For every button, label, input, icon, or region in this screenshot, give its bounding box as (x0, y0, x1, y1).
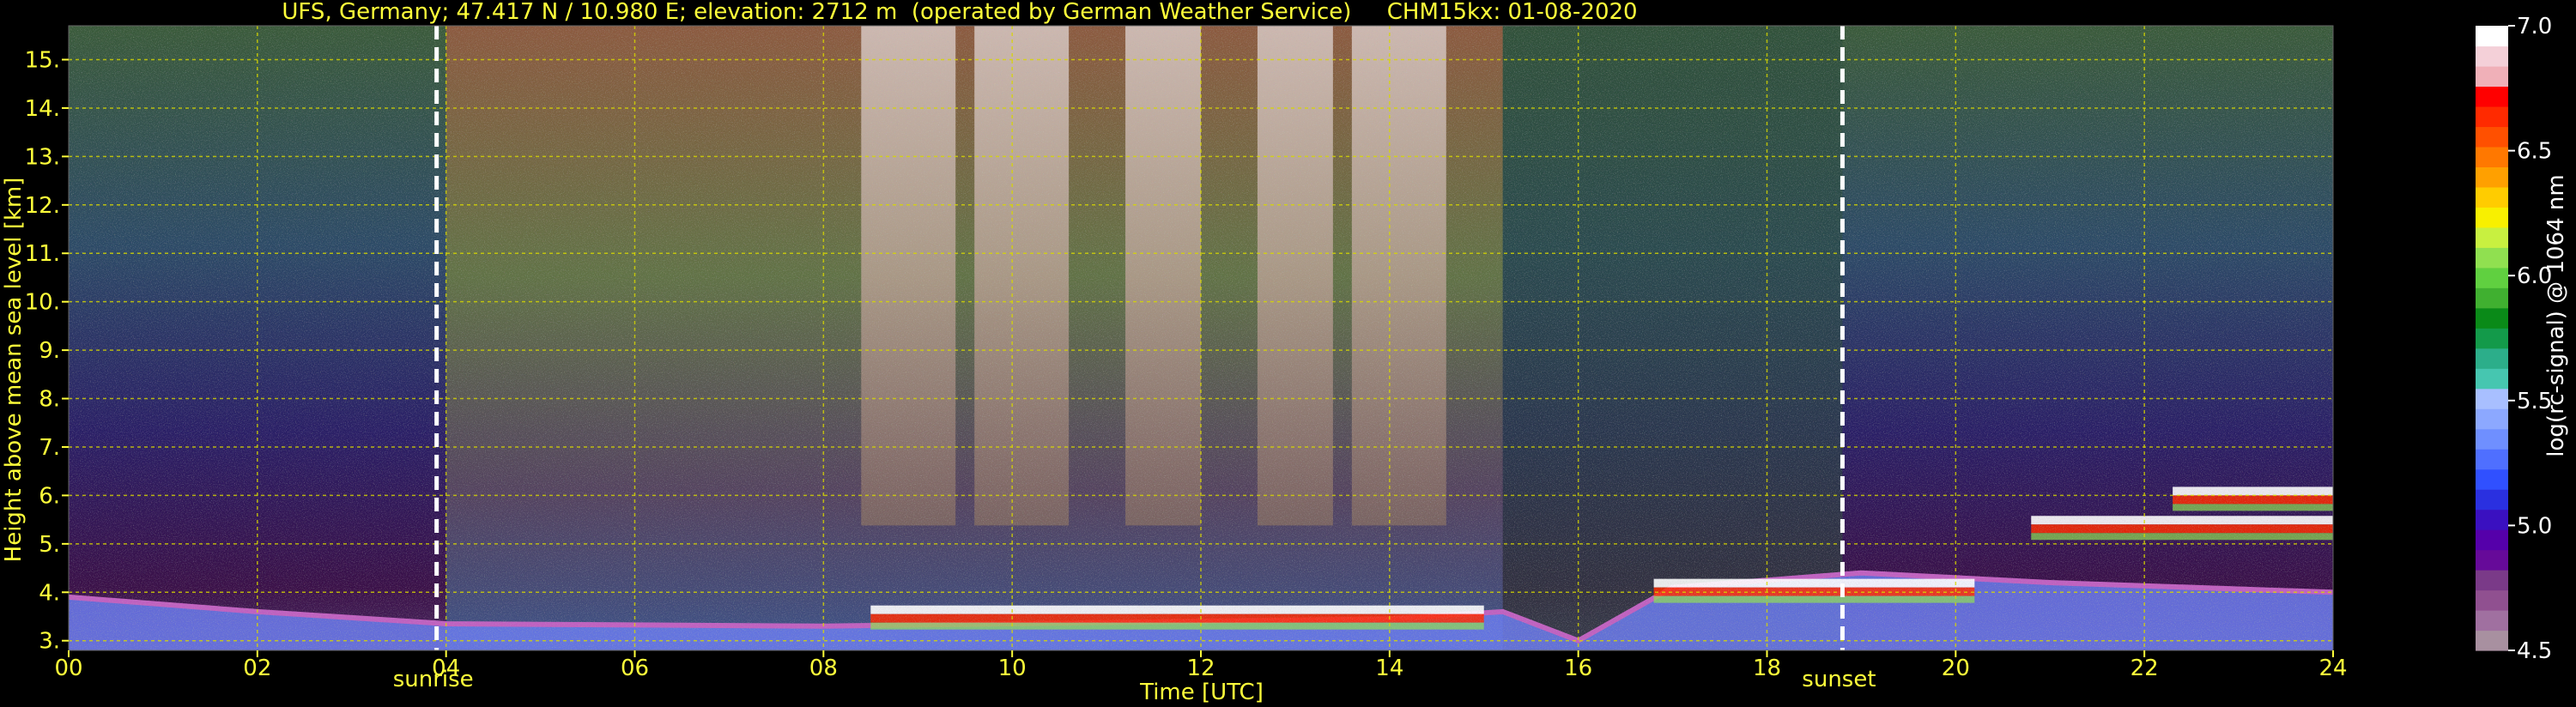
colorbar-segment (2476, 247, 2508, 269)
y-tick-label: 9. (39, 338, 60, 364)
y-tick-label: 4. (39, 580, 60, 606)
colorbar-segment (2476, 610, 2508, 631)
colorbar-segment (2476, 549, 2508, 571)
colorbar-segment (2476, 45, 2508, 67)
sunset-label: sunset (1802, 667, 1876, 692)
colorbar-label: log(rc-signal) @ 1064 nm (2543, 174, 2569, 456)
colorbar-segment (2476, 449, 2508, 470)
x-tick-label: 14 (1375, 656, 1403, 681)
x-tick-label: 18 (1753, 656, 1781, 681)
colorbar-segment (2476, 207, 2508, 228)
colorbar-segment (2476, 509, 2508, 530)
x-tick-label: 20 (1942, 656, 1970, 681)
x-tick-label: 08 (809, 656, 838, 681)
colorbar-segment (2476, 388, 2508, 409)
x-tick-label: 02 (243, 656, 271, 681)
colorbar-segment (2476, 126, 2508, 148)
y-tick-label: 14. (25, 96, 60, 122)
colorbar-segment (2476, 267, 2508, 288)
colorbar-segment (2476, 26, 2508, 47)
colorbar-segment (2476, 570, 2508, 591)
x-tick-label: 22 (2131, 656, 2159, 681)
colorbar-segment (2476, 166, 2508, 188)
sunrise-label: sunrise (393, 667, 474, 692)
colorbar-segment (2476, 529, 2508, 551)
colorbar-tick-label: 5.0 (2517, 513, 2552, 539)
y-axis-ticks: 3. 4. 5. 6. 7. 8. 9. 10. 11. 12. 13. 14. 15. (25, 48, 69, 655)
colorbar-segment (2476, 468, 2508, 490)
annotation-labels: sunrise sunset (393, 667, 1876, 692)
colorbar-segment (2476, 227, 2508, 248)
colorbar-segment (2476, 86, 2508, 107)
colorbar-segment (2476, 307, 2508, 329)
x-tick-label: 06 (621, 656, 649, 681)
colorbar-segment (2476, 630, 2508, 651)
colorbar-tick-label: 4.5 (2517, 638, 2552, 664)
colorbar-segment (2476, 65, 2508, 88)
x-tick-label: 12 (1186, 656, 1215, 681)
ceilometer-chart: 00 02 04 06 08 10 12 14 16 18 20 22 24 3.4.5.6.7.8.9… (1, 0, 2569, 705)
y-axis-label: Height above mean sea level [km] (1, 178, 27, 563)
colorbar (2476, 26, 2508, 651)
colorbar-segment (2476, 328, 2508, 349)
colorbar-segment (2476, 368, 2508, 390)
y-tick-label: 12. (25, 193, 60, 219)
y-tick-label: 10. (25, 290, 60, 316)
chart-title: UFS, Germany; 47.417 N / 10.980 E; eleva… (282, 0, 1637, 25)
colorbar-segment (2476, 287, 2508, 309)
y-tick-label: 15. (25, 48, 60, 74)
colorbar-segment (2476, 347, 2508, 369)
x-tick-label: 16 (1564, 656, 1592, 681)
y-tick-label: 7. (39, 435, 60, 461)
colorbar-segment (2476, 589, 2508, 611)
x-tick-label: 24 (2318, 656, 2347, 681)
colorbar-segment (2476, 186, 2508, 208)
x-tick-label: 00 (54, 656, 82, 681)
y-tick-label: 3. (39, 629, 60, 655)
colorbar-segment (2476, 408, 2508, 430)
y-tick-label: 6. (39, 483, 60, 509)
y-tick-label: 11. (25, 241, 60, 267)
y-tick-label: 13. (25, 144, 60, 170)
colorbar-segment (2476, 146, 2508, 167)
colorbar-tick-label: 7.0 (2517, 14, 2552, 39)
y-tick-label: 8. (39, 387, 60, 413)
colorbar-segment (2476, 428, 2508, 450)
colorbar-tick-label: 6.5 (2517, 139, 2552, 165)
colorbar-segment (2476, 106, 2508, 128)
x-axis-label: Time [UTC] (1139, 680, 1264, 705)
y-tick-label: 5. (39, 532, 60, 558)
colorbar-segment (2476, 489, 2508, 511)
x-tick-label: 10 (998, 656, 1027, 681)
